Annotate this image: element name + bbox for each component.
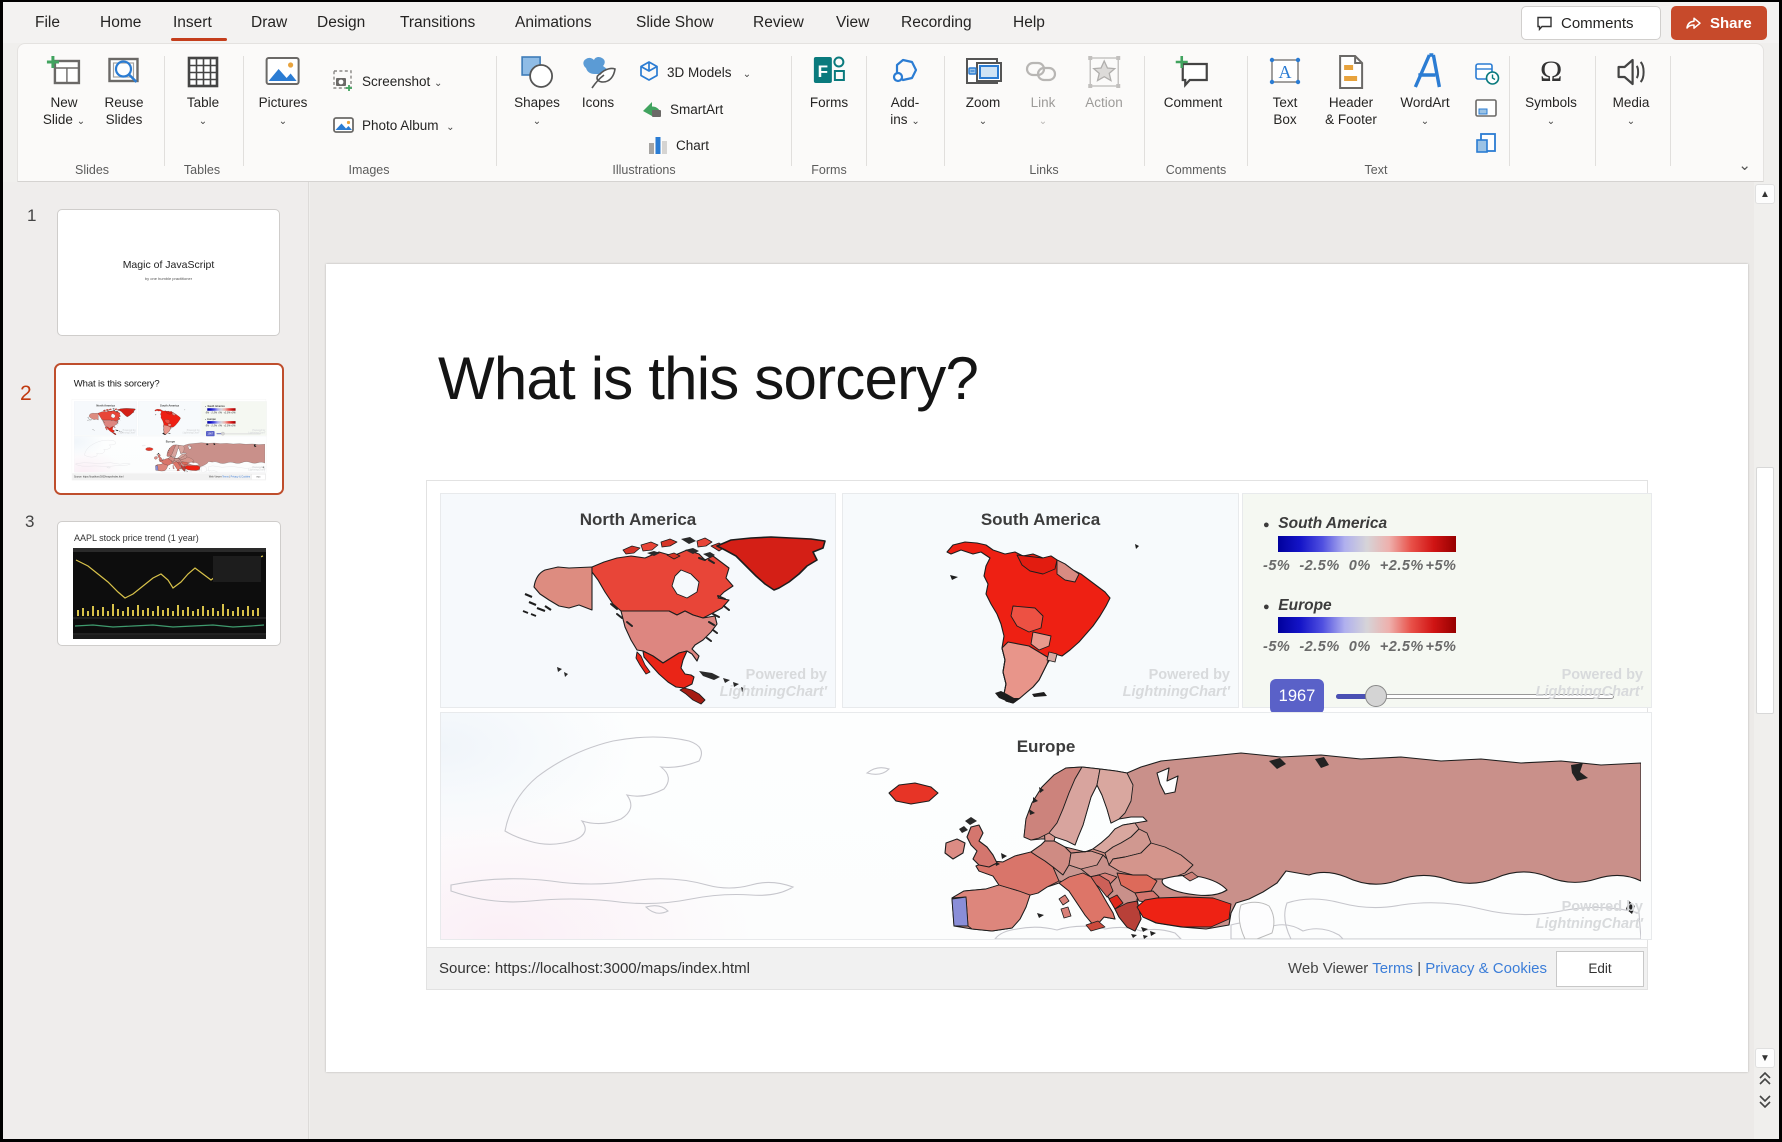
svg-text:F: F	[818, 62, 828, 81]
svg-text:A: A	[1279, 62, 1292, 82]
svg-text:Ω: Ω	[1540, 55, 1562, 88]
